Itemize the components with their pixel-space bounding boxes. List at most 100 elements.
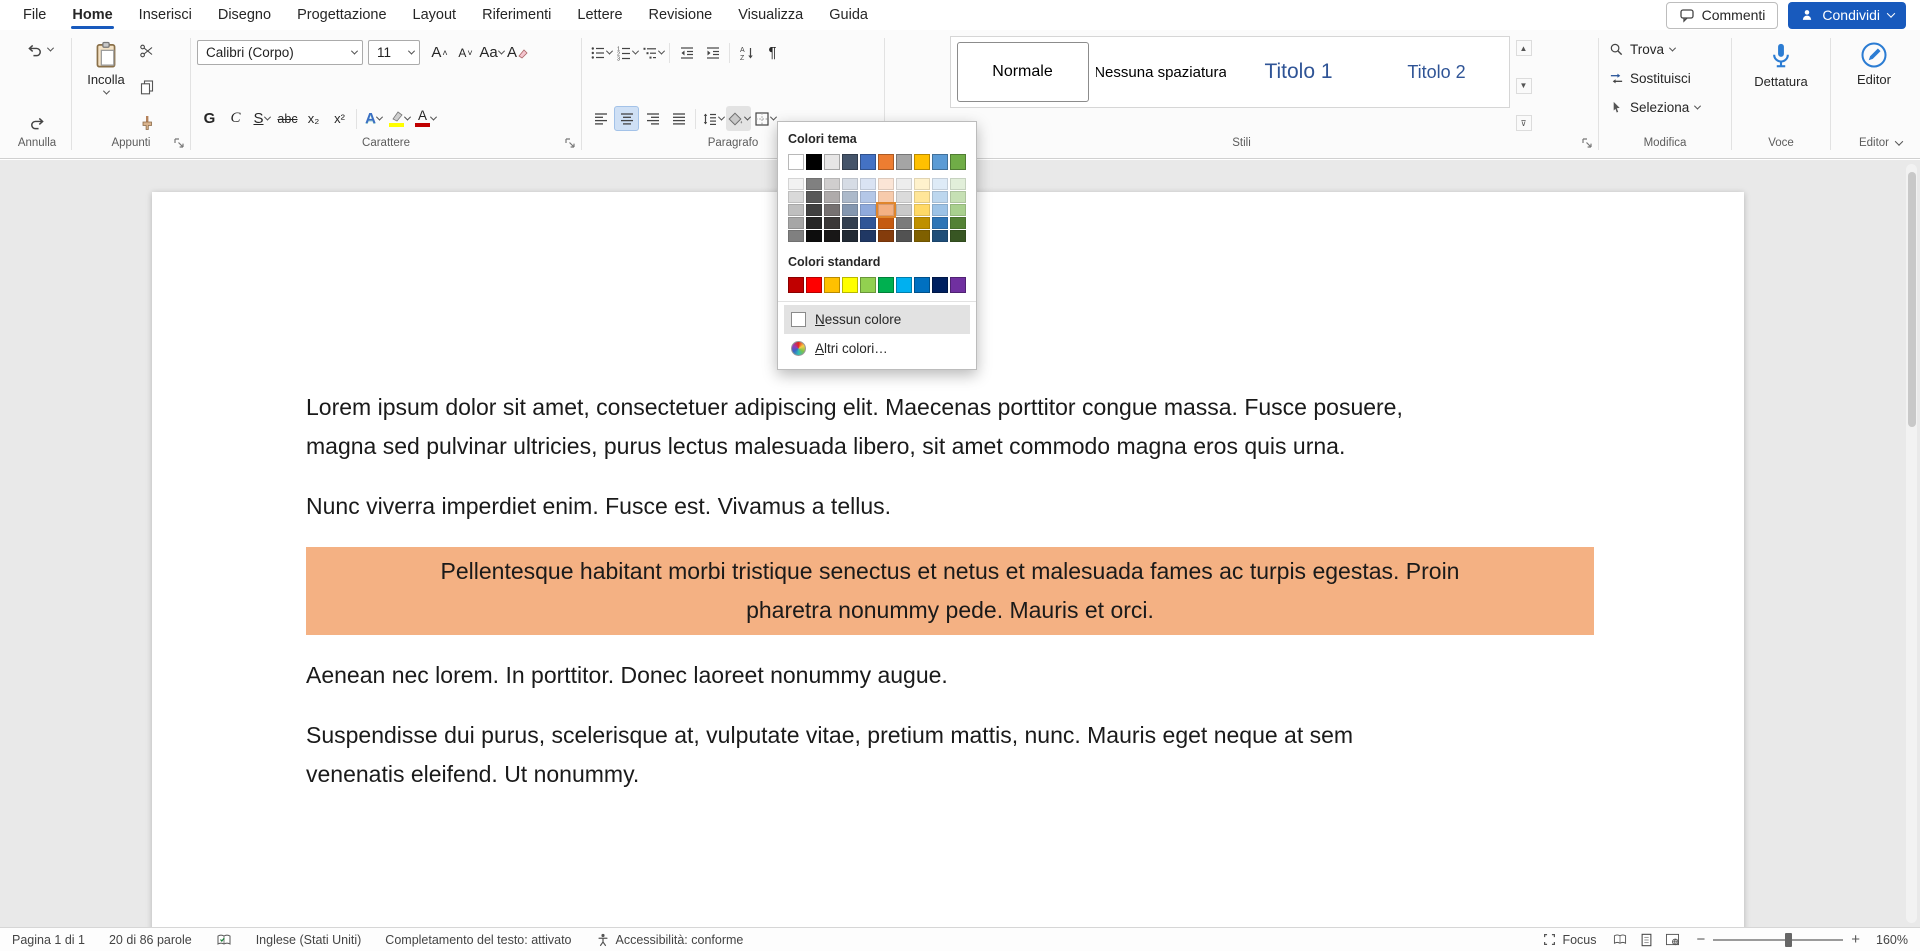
color-variant-swatch[interactable]	[878, 191, 894, 203]
show-formatting-marks-button[interactable]: ¶	[760, 40, 785, 65]
style-gallery-more-button[interactable]: ⊽	[1516, 115, 1532, 131]
redo-button[interactable]	[25, 110, 50, 135]
clear-formatting-button[interactable]: A	[505, 40, 530, 65]
comments-button[interactable]: Commenti	[1666, 2, 1779, 29]
line-spacing-button[interactable]	[700, 106, 725, 131]
color-variant-swatch[interactable]	[860, 217, 876, 229]
color-variant-swatch[interactable]	[932, 217, 948, 229]
color-variant-swatch[interactable]	[896, 178, 912, 190]
color-variant-swatch[interactable]	[788, 178, 804, 190]
color-variant-swatch[interactable]	[806, 178, 822, 190]
dialog-launcher-icon[interactable]	[172, 136, 186, 150]
shaded-paragraph[interactable]: Pellentesque habitant morbi tristique se…	[306, 547, 1594, 635]
color-variant-swatch[interactable]	[878, 230, 894, 242]
font-color-button[interactable]: A	[413, 106, 438, 131]
style-titolo-1[interactable]: Titolo 1	[1233, 42, 1365, 102]
color-variant-swatch[interactable]	[932, 178, 948, 190]
paragraph[interactable]: Aenean nec lorem. In porttitor. Donec la…	[306, 656, 1594, 695]
color-variant-swatch[interactable]	[824, 178, 840, 190]
more-colors-item[interactable]: Altri colori…	[784, 334, 970, 363]
color-variant-swatch[interactable]	[788, 191, 804, 203]
color-swatch[interactable]	[824, 277, 840, 293]
color-swatch[interactable]	[878, 277, 894, 293]
editor-button[interactable]: Editor	[1841, 36, 1907, 135]
tab-riferimenti[interactable]: Riferimenti	[469, 2, 564, 28]
color-swatch[interactable]	[860, 277, 876, 293]
color-swatch[interactable]	[842, 277, 858, 293]
style-normale[interactable]: Normale	[957, 42, 1089, 102]
color-variant-swatch[interactable]	[932, 191, 948, 203]
subscript-button[interactable]: x₂	[301, 106, 326, 131]
web-layout-button[interactable]	[1665, 933, 1680, 946]
color-variant-swatch[interactable]	[806, 191, 822, 203]
tab-progettazione[interactable]: Progettazione	[284, 2, 399, 28]
color-variant-swatch[interactable]	[788, 230, 804, 242]
color-swatch[interactable]	[806, 277, 822, 293]
color-swatch[interactable]	[824, 154, 840, 170]
color-variant-swatch[interactable]	[950, 191, 966, 203]
borders-button[interactable]	[752, 106, 777, 131]
color-swatch[interactable]	[914, 154, 930, 170]
format-painter-button[interactable]	[134, 110, 159, 135]
color-variant-swatch[interactable]	[896, 204, 912, 216]
align-left-button[interactable]	[588, 106, 613, 131]
color-variant-swatch[interactable]	[914, 191, 930, 203]
font-size-combo[interactable]: 11	[368, 40, 420, 65]
paragraph[interactable]: Lorem ipsum dolor sit amet, consectetuer…	[306, 388, 1594, 466]
color-variant-swatch[interactable]	[860, 230, 876, 242]
align-center-button[interactable]	[614, 106, 639, 131]
color-variant-swatch[interactable]	[842, 178, 858, 190]
color-variant-swatch[interactable]	[878, 204, 894, 216]
tab-layout[interactable]: Layout	[400, 2, 470, 28]
color-variant-swatch[interactable]	[788, 217, 804, 229]
color-swatch[interactable]	[914, 277, 930, 293]
color-swatch[interactable]	[788, 154, 804, 170]
color-variant-swatch[interactable]	[806, 204, 822, 216]
read-mode-button[interactable]	[1612, 933, 1628, 946]
color-variant-swatch[interactable]	[788, 204, 804, 216]
color-variant-swatch[interactable]	[914, 217, 930, 229]
zoom-slider-thumb[interactable]	[1785, 933, 1792, 947]
color-variant-swatch[interactable]	[950, 204, 966, 216]
grow-font-button[interactable]: A˄	[427, 40, 452, 65]
collapse-ribbon-button[interactable]	[1888, 134, 1910, 152]
vertical-scrollbar[interactable]	[1906, 164, 1917, 923]
underline-button[interactable]: S	[249, 106, 274, 131]
color-variant-swatch[interactable]	[842, 191, 858, 203]
tab-file[interactable]: File	[10, 2, 59, 28]
color-variant-swatch[interactable]	[860, 178, 876, 190]
color-variant-swatch[interactable]	[932, 204, 948, 216]
align-right-button[interactable]	[640, 106, 665, 131]
text-effects-button[interactable]: A	[361, 106, 386, 131]
color-variant-swatch[interactable]	[950, 230, 966, 242]
color-variant-swatch[interactable]	[878, 217, 894, 229]
color-swatch[interactable]	[896, 277, 912, 293]
focus-toggle[interactable]: Focus	[1543, 933, 1596, 947]
multilevel-list-button[interactable]	[640, 40, 665, 65]
tab-revisione[interactable]: Revisione	[636, 2, 726, 28]
color-variant-swatch[interactable]	[824, 230, 840, 242]
style-gallery-down-button[interactable]: ▼	[1516, 78, 1532, 94]
tab-lettere[interactable]: Lettere	[564, 2, 635, 28]
font-name-combo[interactable]: Calibri (Corpo)	[197, 40, 363, 65]
color-variant-swatch[interactable]	[842, 204, 858, 216]
color-variant-swatch[interactable]	[914, 178, 930, 190]
color-variant-swatch[interactable]	[842, 230, 858, 242]
select-button[interactable]: Seleziona	[1605, 94, 1725, 120]
color-swatch[interactable]	[806, 154, 822, 170]
word-count[interactable]: 20 di 86 parole	[109, 933, 192, 947]
italic-button[interactable]: C	[223, 106, 248, 131]
shrink-font-button[interactable]: A˅	[453, 40, 478, 65]
strikethrough-button[interactable]: abc	[275, 106, 300, 131]
language-indicator[interactable]: Inglese (Stati Uniti)	[256, 933, 362, 947]
color-swatch[interactable]	[932, 277, 948, 293]
copy-button[interactable]	[134, 74, 159, 99]
dialog-launcher-icon[interactable]	[563, 136, 577, 150]
print-layout-button[interactable]	[1640, 933, 1653, 947]
dictate-button[interactable]: Dettatura	[1743, 36, 1819, 135]
tab-inserisci[interactable]: Inserisci	[126, 2, 205, 28]
color-swatch[interactable]	[842, 154, 858, 170]
color-variant-swatch[interactable]	[806, 217, 822, 229]
tab-disegno[interactable]: Disegno	[205, 2, 284, 28]
justify-button[interactable]	[666, 106, 691, 131]
